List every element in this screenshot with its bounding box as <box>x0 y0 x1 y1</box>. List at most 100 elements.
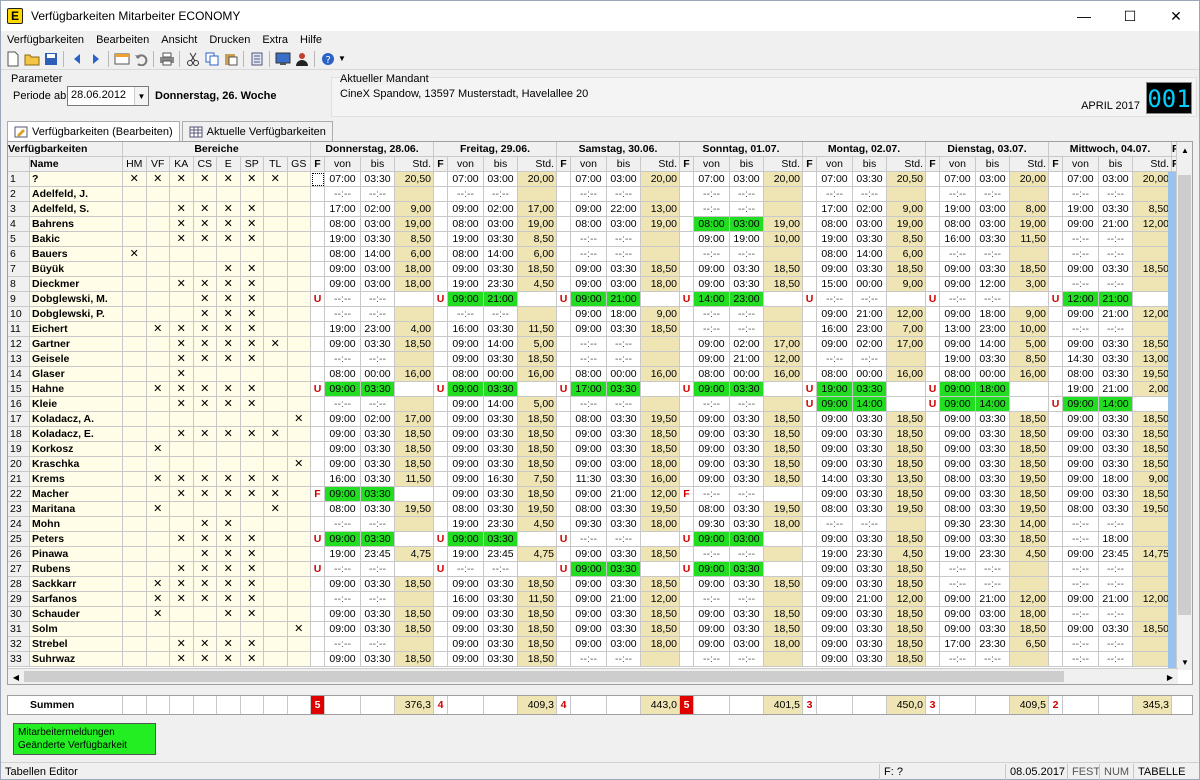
von-cell[interactable]: 08:00 <box>448 247 484 262</box>
bis-cell[interactable]: 03:30 <box>976 532 1010 547</box>
von-cell[interactable]: 07:00 <box>940 172 976 187</box>
bis-cell[interactable]: 03:30 <box>853 442 887 457</box>
bis-cell[interactable]: 03:30 <box>1099 352 1133 367</box>
flag-cell[interactable] <box>680 217 694 232</box>
bis-cell[interactable]: 03:00 <box>730 637 764 652</box>
bis-cell[interactable]: 03:00 <box>976 172 1010 187</box>
bis-cell[interactable]: 03:30 <box>853 262 887 277</box>
flag-cell[interactable] <box>311 412 325 427</box>
von-cell[interactable]: 09:00 <box>448 412 484 427</box>
bis-cell[interactable]: --:-- <box>484 307 518 322</box>
print-icon[interactable] <box>157 49 176 68</box>
von-cell[interactable]: --:-- <box>1063 187 1099 202</box>
bereich-cell[interactable] <box>146 547 170 562</box>
bis-cell[interactable]: 14:00 <box>1099 397 1133 412</box>
employee-name[interactable]: Hahne <box>30 382 123 397</box>
bis-cell[interactable]: 03:30 <box>730 277 764 292</box>
von-cell[interactable]: 09:00 <box>694 427 730 442</box>
bereich-cell[interactable] <box>123 202 147 217</box>
von-cell[interactable]: 19:00 <box>325 547 361 562</box>
employee-name[interactable]: Dobglewski, P. <box>30 307 123 322</box>
flag-cell[interactable]: U <box>434 292 448 307</box>
flag-cell[interactable] <box>680 397 694 412</box>
bereich-cell[interactable]: ✕ <box>240 277 264 292</box>
menu-item[interactable]: Drucken <box>203 34 256 46</box>
bereich-cell[interactable]: ✕ <box>240 292 264 307</box>
von-cell[interactable]: 16:00 <box>940 232 976 247</box>
von-cell[interactable]: 09:00 <box>571 277 607 292</box>
flag-cell[interactable] <box>926 412 940 427</box>
flag-cell[interactable]: U <box>311 532 325 547</box>
day-header[interactable]: Mittwoch, 04.07. <box>1049 142 1172 157</box>
von-cell[interactable]: 09:00 <box>448 472 484 487</box>
flag-cell[interactable] <box>680 247 694 262</box>
flag-cell[interactable] <box>557 637 571 652</box>
bereich-cell[interactable] <box>287 352 311 367</box>
bis-cell[interactable]: 21:00 <box>1099 292 1133 307</box>
flag-cell[interactable] <box>1049 352 1063 367</box>
scroll-down-icon[interactable]: ▼ <box>1177 654 1192 670</box>
bereich-cell[interactable] <box>217 247 241 262</box>
bereich-cell[interactable]: ✕ <box>193 652 217 667</box>
flag-cell[interactable] <box>926 607 940 622</box>
bis-cell[interactable]: 03:00 <box>361 262 395 277</box>
bis-cell[interactable]: --:-- <box>1099 517 1133 532</box>
bis-cell[interactable]: 03:30 <box>607 607 641 622</box>
bis-cell[interactable]: 03:30 <box>361 382 395 397</box>
flag-cell[interactable]: U <box>926 397 940 412</box>
bereich-cell[interactable] <box>264 262 288 277</box>
bereich-cell[interactable]: ✕ <box>240 172 264 187</box>
menu-item[interactable]: Ansicht <box>155 34 203 46</box>
undo-icon[interactable] <box>131 49 150 68</box>
von-cell[interactable]: 09:00 <box>694 562 730 577</box>
flag-cell[interactable] <box>1049 427 1063 442</box>
bereich-cell[interactable] <box>146 487 170 502</box>
bereich-cell[interactable] <box>123 232 147 247</box>
von-cell[interactable]: --:-- <box>571 397 607 412</box>
flag-cell[interactable] <box>434 352 448 367</box>
bereich-cell[interactable] <box>287 637 311 652</box>
bereich-cell[interactable] <box>123 337 147 352</box>
bis-cell[interactable]: --:-- <box>853 517 887 532</box>
bis-cell[interactable]: 03:30 <box>853 637 887 652</box>
bereich-cell[interactable]: ✕ <box>287 622 311 637</box>
bis-cell[interactable]: --:-- <box>1099 247 1133 262</box>
bereich-cell[interactable] <box>287 307 311 322</box>
bis-cell[interactable]: 03:30 <box>607 547 641 562</box>
bereich-cell[interactable]: ✕ <box>146 442 170 457</box>
bereich-cell[interactable] <box>123 532 147 547</box>
bereich-cell[interactable]: ✕ <box>240 472 264 487</box>
bereich-cell[interactable] <box>146 637 170 652</box>
bis-cell[interactable]: --:-- <box>361 352 395 367</box>
von-cell[interactable]: --:-- <box>571 232 607 247</box>
flag-cell[interactable] <box>926 217 940 232</box>
von-cell[interactable]: 09:00 <box>325 457 361 472</box>
bereich-cell[interactable] <box>217 502 241 517</box>
von-cell[interactable]: 09:00 <box>940 622 976 637</box>
bereich-cell[interactable] <box>240 457 264 472</box>
bereich-cell[interactable]: ✕ <box>170 652 194 667</box>
von-cell[interactable]: 09:00 <box>571 607 607 622</box>
bis-cell[interactable]: 03:30 <box>484 487 518 502</box>
flag-cell[interactable] <box>1049 622 1063 637</box>
bis-cell[interactable]: 03:30 <box>607 502 641 517</box>
bis-cell[interactable]: 02:00 <box>853 202 887 217</box>
von-cell[interactable]: --:-- <box>1063 532 1099 547</box>
bereich-cell[interactable]: ✕ <box>240 607 264 622</box>
bis-cell[interactable]: 03:00 <box>607 172 641 187</box>
employee-name[interactable]: Geisele <box>30 352 123 367</box>
von-cell[interactable]: --:-- <box>1063 322 1099 337</box>
bereich-cell[interactable] <box>264 247 288 262</box>
von-cell[interactable]: --:-- <box>448 307 484 322</box>
bereich-cell[interactable]: ✕ <box>264 487 288 502</box>
bereich-cell[interactable]: ✕ <box>170 637 194 652</box>
bereich-cell[interactable]: ✕ <box>240 532 264 547</box>
bis-cell[interactable]: 03:30 <box>730 442 764 457</box>
flag-cell[interactable] <box>926 232 940 247</box>
bereich-cell[interactable]: ✕ <box>146 577 170 592</box>
flag-cell[interactable] <box>557 472 571 487</box>
von-cell[interactable]: 07:00 <box>694 172 730 187</box>
flag-cell[interactable] <box>926 532 940 547</box>
bis-cell[interactable]: 03:30 <box>730 382 764 397</box>
flag-cell[interactable] <box>926 562 940 577</box>
